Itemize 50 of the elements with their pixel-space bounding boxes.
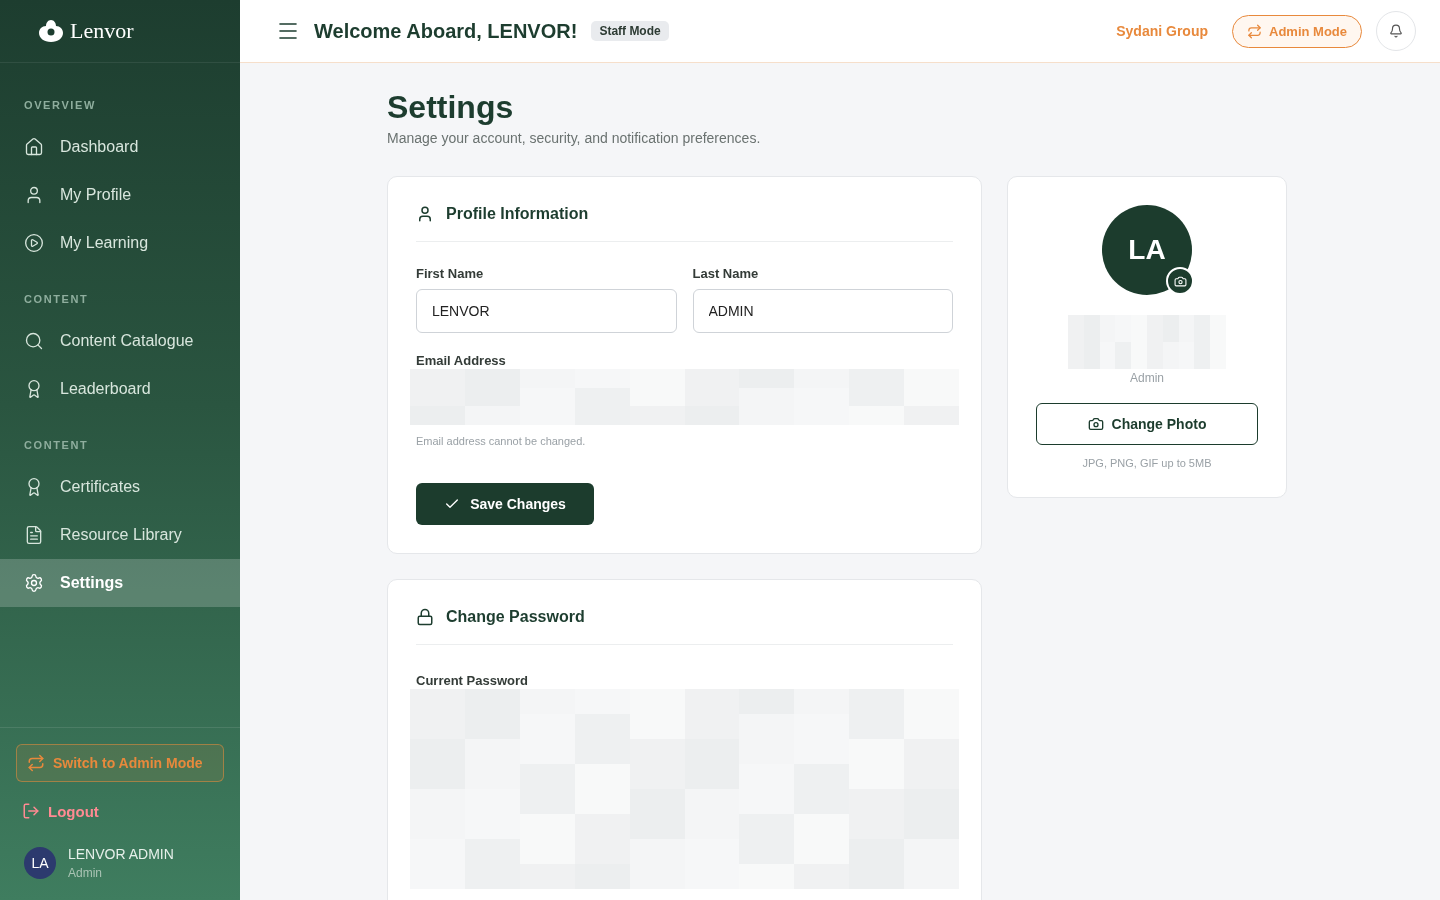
card-title: Profile Information — [446, 205, 589, 223]
text-input[interactable]: LENVOR — [416, 289, 677, 333]
field-label: Current Password — [416, 673, 528, 688]
section-heading: OVERVIEW — [23, 98, 97, 113]
user-avatar: LA — [24, 847, 56, 879]
field-label: Last Name — [692, 266, 760, 281]
swap-icon — [27, 754, 45, 772]
nav-item[interactable]: Content Catalogue — [0, 317, 240, 365]
field-hint: Email address cannot be changed. — [416, 435, 587, 447]
camera-button[interactable] — [1166, 267, 1194, 295]
field-label: First Name — [416, 266, 485, 281]
nav-item[interactable]: Leaderboard — [0, 365, 240, 413]
upload-hint: JPG, PNG, GIF up to 5MB — [1082, 457, 1212, 469]
change-photo-button[interactable]: Change Photo — [1036, 403, 1258, 445]
bell-icon — [1389, 24, 1403, 38]
user-icon — [416, 205, 434, 223]
organization-name: Sydani Group — [1116, 23, 1208, 39]
nav-item[interactable]: Dashboard — [0, 123, 240, 171]
play-icon — [24, 233, 44, 253]
field-label: Email Address — [416, 353, 506, 368]
page-title: Settings — [387, 89, 515, 126]
section-heading: CONTENT — [23, 438, 90, 453]
logout-icon — [22, 802, 40, 820]
section-heading: CONTENT — [23, 292, 90, 307]
document-icon — [24, 525, 44, 545]
user-name: LENVOR ADMIN — [68, 846, 174, 862]
nav-item[interactable]: My Learning — [0, 219, 240, 267]
lock-icon — [416, 608, 434, 626]
home-icon — [24, 137, 44, 157]
nav-item[interactable]: Settings — [0, 559, 240, 607]
profile-avatar: LA — [1102, 205, 1192, 295]
notifications-button[interactable] — [1376, 11, 1416, 51]
logo-icon — [38, 19, 64, 43]
nav-item[interactable]: My Profile — [0, 171, 240, 219]
camera-icon — [1087, 416, 1104, 432]
nav-item[interactable]: Resource Library — [0, 511, 240, 559]
profile-role: Admin — [1130, 371, 1164, 385]
mode-badge: Staff Mode — [591, 21, 669, 41]
camera-icon — [1173, 274, 1187, 288]
welcome-title: Welcome Aboard, LENVOR! — [314, 19, 578, 43]
text-input[interactable]: ADMIN — [692, 289, 953, 333]
search-icon — [24, 331, 44, 351]
nav-item[interactable]: Certificates — [0, 463, 240, 511]
swap-icon — [1247, 23, 1262, 39]
page-subtitle: Manage your account, security, and notification preferences. — [387, 130, 762, 146]
save-button[interactable]: Save Changes — [416, 483, 594, 525]
card-title: Change Password — [446, 608, 585, 626]
brand-name: Lenvor — [70, 18, 134, 44]
user-role: Admin — [68, 866, 103, 880]
settings-icon — [24, 573, 44, 593]
